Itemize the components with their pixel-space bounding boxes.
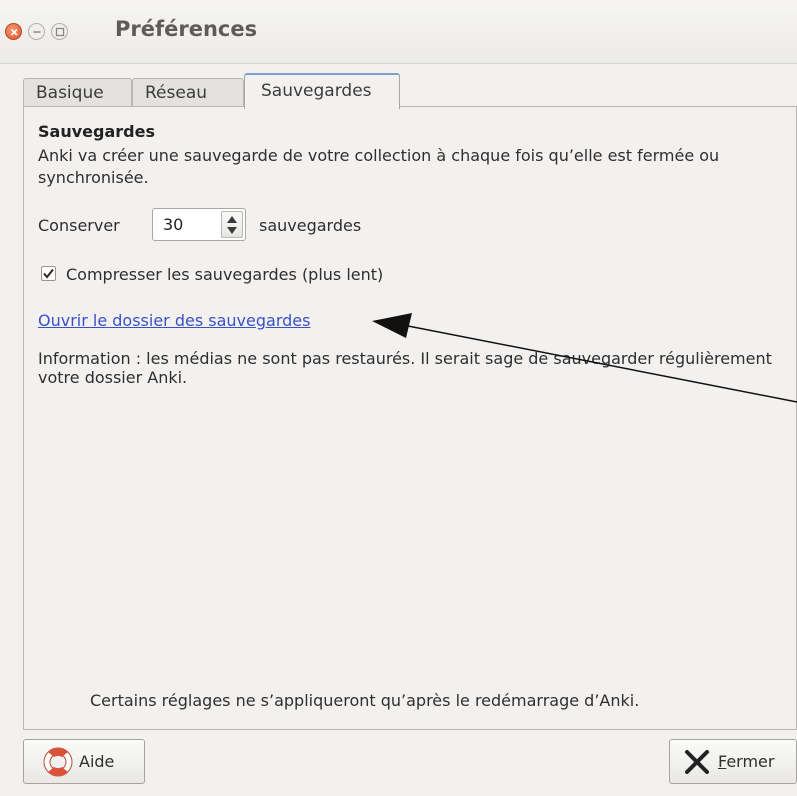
compress-checkbox[interactable]: [41, 266, 56, 281]
restart-note: Certains réglages ne s’appliqueront qu’a…: [90, 691, 640, 710]
x-icon: [685, 750, 709, 774]
window-maximize-button[interactable]: [51, 23, 68, 40]
section-description: Anki va créer une sauvegarde de votre co…: [38, 146, 720, 187]
checkmark-icon: [43, 268, 54, 279]
close-button-label: Fermer: [718, 752, 775, 771]
tab-sauvegardes[interactable]: Sauvegardes: [244, 73, 400, 109]
spin-buttons[interactable]: [221, 211, 243, 238]
tab-basique[interactable]: Basique: [23, 78, 132, 108]
tab-reseau[interactable]: Réseau: [132, 78, 244, 108]
keep-count-spinbox[interactable]: 30: [152, 208, 246, 241]
keep-suffix: sauvegardes: [259, 216, 362, 235]
help-button[interactable]: Aide: [23, 739, 145, 784]
lifebuoy-icon: [43, 747, 73, 777]
section-heading: Sauvegardes: [38, 122, 155, 141]
window-close-button[interactable]: [5, 23, 22, 40]
help-button-label: Aide: [79, 752, 115, 771]
keep-count-value[interactable]: 30: [163, 215, 183, 234]
minimize-icon: [33, 31, 41, 33]
arrow-down-icon[interactable]: [227, 227, 237, 234]
window-title: Préférences: [115, 17, 258, 41]
arrow-up-icon[interactable]: [227, 216, 237, 223]
keep-label: Conserver: [38, 216, 120, 235]
title-bar: Préférences: [0, 0, 797, 64]
open-backup-folder-link[interactable]: Ouvrir le dossier des sauvegardes: [38, 311, 310, 330]
close-button[interactable]: Fermer: [669, 739, 797, 784]
close-icon: [10, 28, 18, 36]
compress-label[interactable]: Compresser les sauvegardes (plus lent): [66, 265, 383, 284]
window-minimize-button[interactable]: [28, 23, 45, 40]
info-text: Information : les médias ne sont pas res…: [38, 349, 772, 387]
maximize-icon: [55, 27, 65, 37]
tab-pane: [23, 106, 797, 730]
